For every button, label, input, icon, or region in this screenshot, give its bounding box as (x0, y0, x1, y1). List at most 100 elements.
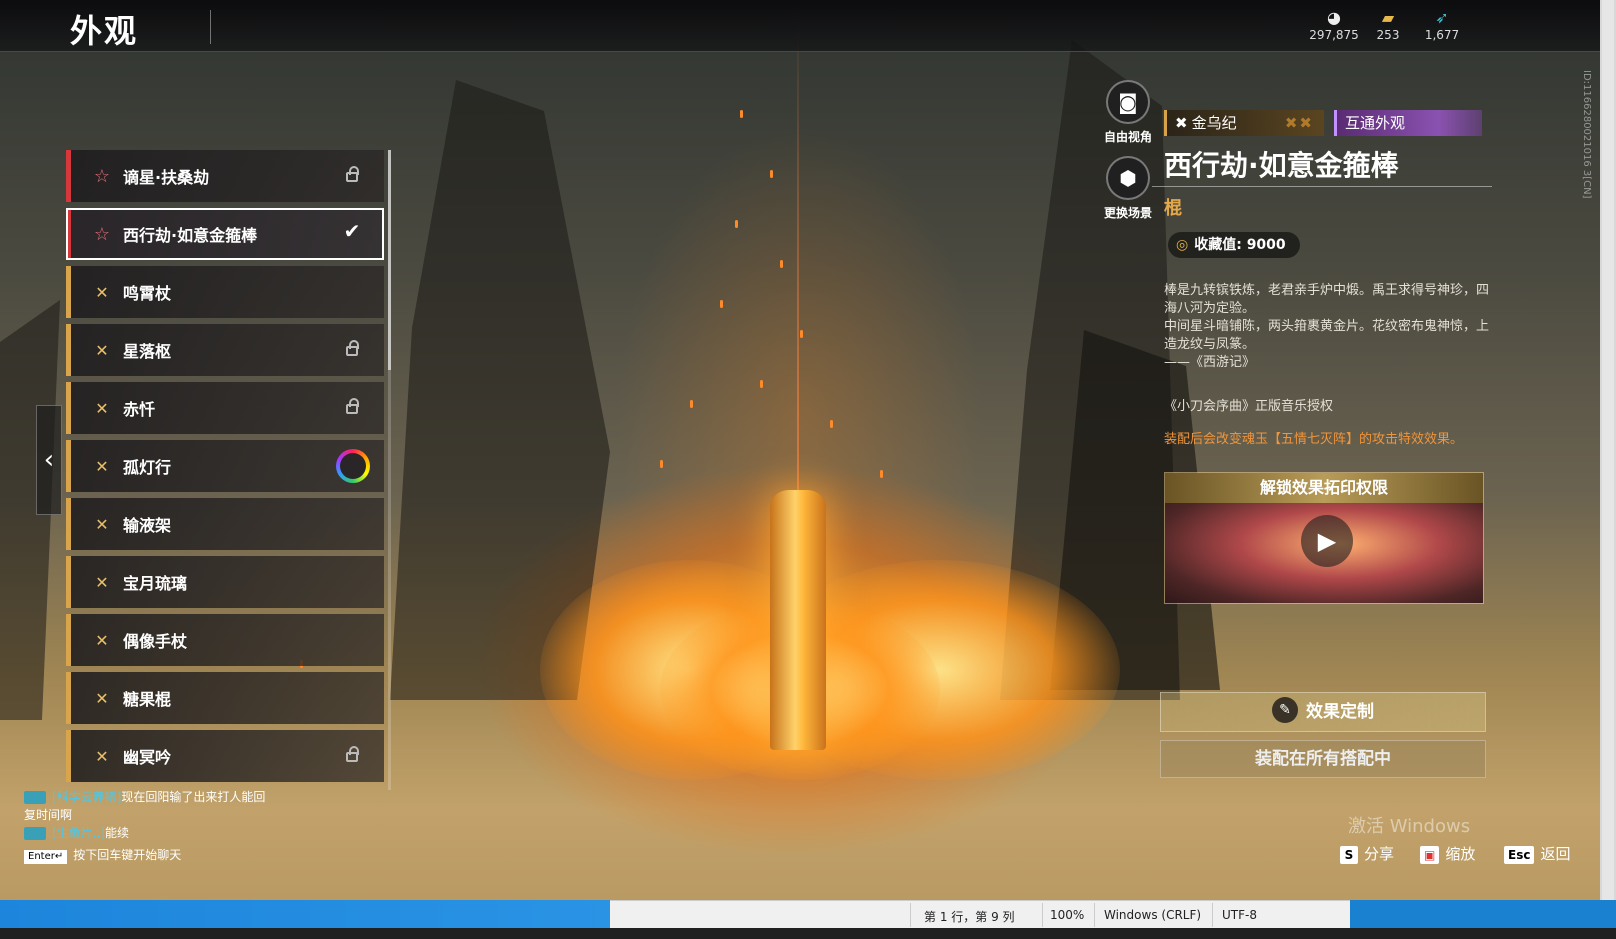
currency-value: 1,677 (1424, 28, 1460, 42)
star-icon: ☆ (93, 165, 111, 187)
item-name: 西行劫·如意金箍棒 (1164, 149, 1399, 182)
list-item[interactable]: ✕ 幽冥吟 (66, 730, 384, 782)
chat-badge-icon (24, 791, 46, 804)
spark (720, 300, 723, 308)
feather-icon: ➶ (1435, 8, 1449, 27)
currency-ticket[interactable]: ▰ 253 (1358, 8, 1418, 42)
description-line: 棒是九转镔铁炼，老君亲手炉中煅。禹王求得号神珍，四海八河为定验。 (1164, 283, 1490, 316)
cross-emblem-icon: ✕ (95, 456, 109, 476)
description-line: ——《西游记》 (1164, 355, 1256, 370)
share-key: S (1340, 846, 1358, 864)
spark (660, 460, 663, 468)
light-beam (797, 0, 799, 520)
list-item-selected[interactable]: ☆ 西行劫·如意金箍棒 ✔ (66, 208, 384, 260)
cube-icon: ⬢ (1106, 156, 1150, 200)
item-description: 棒是九转镔铁炼，老君亲手炉中煅。禹王求得号神珍，四海八河为定验。 中间星斗暗铺陈… (1164, 282, 1490, 372)
chat-message: [科学云养猪]现在回阳输了出来打人能回 (24, 788, 404, 806)
cross-emblem-icon: ✕ (95, 398, 109, 418)
chat-sender[interactable]: [生鱼片..] (52, 826, 105, 840)
effect-customize-button[interactable]: ✎ 效果定制 (1160, 692, 1486, 732)
list-item[interactable]: ✕ 输液架 (66, 498, 384, 550)
cross-emblem-icon: ✕ (95, 282, 109, 302)
interop-tag: 互通外观 (1334, 110, 1482, 136)
chat-hint-text: 按下回车键开始聊天 (73, 848, 182, 862)
item-label: 谪星·扶桑劫 (123, 168, 210, 187)
item-label: 幽冥吟 (123, 748, 172, 767)
currency-value: 297,875 (1309, 28, 1359, 42)
item-label: 宝月琉璃 (123, 574, 188, 593)
series-label: 金乌纪 (1191, 114, 1237, 132)
chat-sender[interactable]: [科学云养猪] (52, 790, 121, 804)
item-label: 赤忏 (123, 400, 156, 419)
currency-coin[interactable]: ◕ 297,875 (1304, 8, 1364, 42)
cross-emblem-icon: ✕ (95, 572, 109, 592)
list-item[interactable]: ✕ 偶像手杖 (66, 614, 384, 666)
change-scene-label: 更换场景 (1103, 206, 1152, 220)
music-license: 《小刀会序曲》正版音乐授权 (1164, 399, 1334, 414)
lock-icon (340, 744, 364, 768)
game-viewport[interactable]: 外观 ◕ 297,875 ▰ 253 ➶ 1,677 ‹ ☆ 谪星·扶桑劫 ☆ … (0, 0, 1600, 900)
chat-message: 复时间啊 (24, 806, 404, 824)
item-label: 西行劫·如意金箍棒 (123, 226, 258, 245)
list-item[interactable]: ✕ 星落枢 (66, 324, 384, 376)
equip-all-button[interactable]: 装配在所有搭配中 (1160, 740, 1486, 778)
chat-box[interactable]: [科学云养猪]现在回阳输了出来打人能回 复时间啊 [生鱼片..]能续 Enter… (24, 788, 404, 864)
lock-icon (340, 338, 364, 362)
spark (735, 220, 738, 228)
coin-icon: ◕ (1327, 8, 1341, 27)
effect-customize-label: 效果定制 (1306, 702, 1374, 722)
item-label: 鸣霄杖 (123, 284, 172, 303)
golden-staff-model (770, 490, 826, 750)
spark (800, 330, 803, 338)
chat-hint: Enter↵ 按下回车键开始聊天 (24, 846, 404, 864)
currency-value: 253 (1376, 28, 1400, 42)
enter-key-icon: Enter↵ (24, 850, 68, 864)
back-hotkey[interactable]: Esc 返回 (1504, 843, 1570, 864)
zoom-hotkey[interactable]: ▣ 缩放 (1420, 843, 1475, 864)
unlock-effect-card[interactable]: 解锁效果拓印权限 ▶ (1164, 472, 1484, 604)
play-icon[interactable]: ▶ (1301, 515, 1353, 567)
rainbow-ring-icon (336, 449, 370, 483)
list-scroll-thumb[interactable] (388, 150, 391, 370)
status-separator (1094, 903, 1095, 927)
spark (760, 380, 763, 388)
zoom-label: 缩放 (1445, 845, 1476, 863)
collapse-list-button[interactable]: ‹ (36, 405, 62, 515)
item-type: 棍 (1164, 198, 1182, 219)
list-item[interactable]: ☆ 谪星·扶桑劫 (66, 150, 384, 202)
currency-feather[interactable]: ➶ 1,677 (1412, 8, 1472, 42)
effect-preview-video[interactable]: ▶ (1165, 503, 1483, 603)
item-label: 星落枢 (123, 342, 172, 361)
window-scrollbar[interactable] (1602, 0, 1614, 900)
cross-emblem-icon: ✕ (95, 688, 109, 708)
change-scene-button[interactable]: ⬢ 更换场景 (1088, 156, 1168, 221)
chat-message: [生鱼片..]能续 (24, 824, 404, 842)
spark (880, 470, 883, 478)
free-view-button[interactable]: ◙ 自由视角 (1088, 80, 1168, 145)
unlock-title: 解锁效果拓印权限 (1165, 473, 1483, 503)
cross-emblem-icon: ✖ (1175, 114, 1188, 132)
share-hotkey[interactable]: S 分享 (1340, 843, 1394, 864)
list-item[interactable]: ✕ 糖果棍 (66, 672, 384, 724)
cursor-position: 第 1 行，第 9 列 (924, 910, 1015, 924)
list-item[interactable]: ✕ 孤灯行 (66, 440, 384, 492)
chevron-left-icon: ‹ (43, 445, 55, 475)
description-line: 中间星斗暗铺陈，两头箝裹黄金片。花纹密布鬼神惊，上造龙纹与凤篆。 (1164, 319, 1490, 352)
spark (830, 420, 833, 428)
status-separator (1212, 903, 1213, 927)
list-item[interactable]: ✕ 宝月琉璃 (66, 556, 384, 608)
effect-note: 装配后会改变魂玉【五情七灭阵】的攻击特效效果。 (1164, 432, 1464, 447)
ornament-icon: ✖✖ (1284, 114, 1314, 132)
chat-text: 能续 (105, 826, 130, 840)
cross-emblem-icon: ✕ (95, 340, 109, 360)
chat-badge-icon (24, 827, 46, 840)
list-item[interactable]: ✕ 赤忏 (66, 382, 384, 434)
chat-text: 现在回阳输了出来打人能回 (121, 790, 266, 804)
zoom-level[interactable]: 100% (1050, 908, 1084, 922)
cross-emblem-icon: ✕ (95, 746, 109, 766)
desktop-background (0, 900, 610, 928)
collection-icon: ◎ (1176, 237, 1189, 253)
zoom-key-icon: ▣ (1420, 846, 1440, 864)
esc-key: Esc (1504, 846, 1535, 864)
list-item[interactable]: ✕ 鸣霄杖 (66, 266, 384, 318)
